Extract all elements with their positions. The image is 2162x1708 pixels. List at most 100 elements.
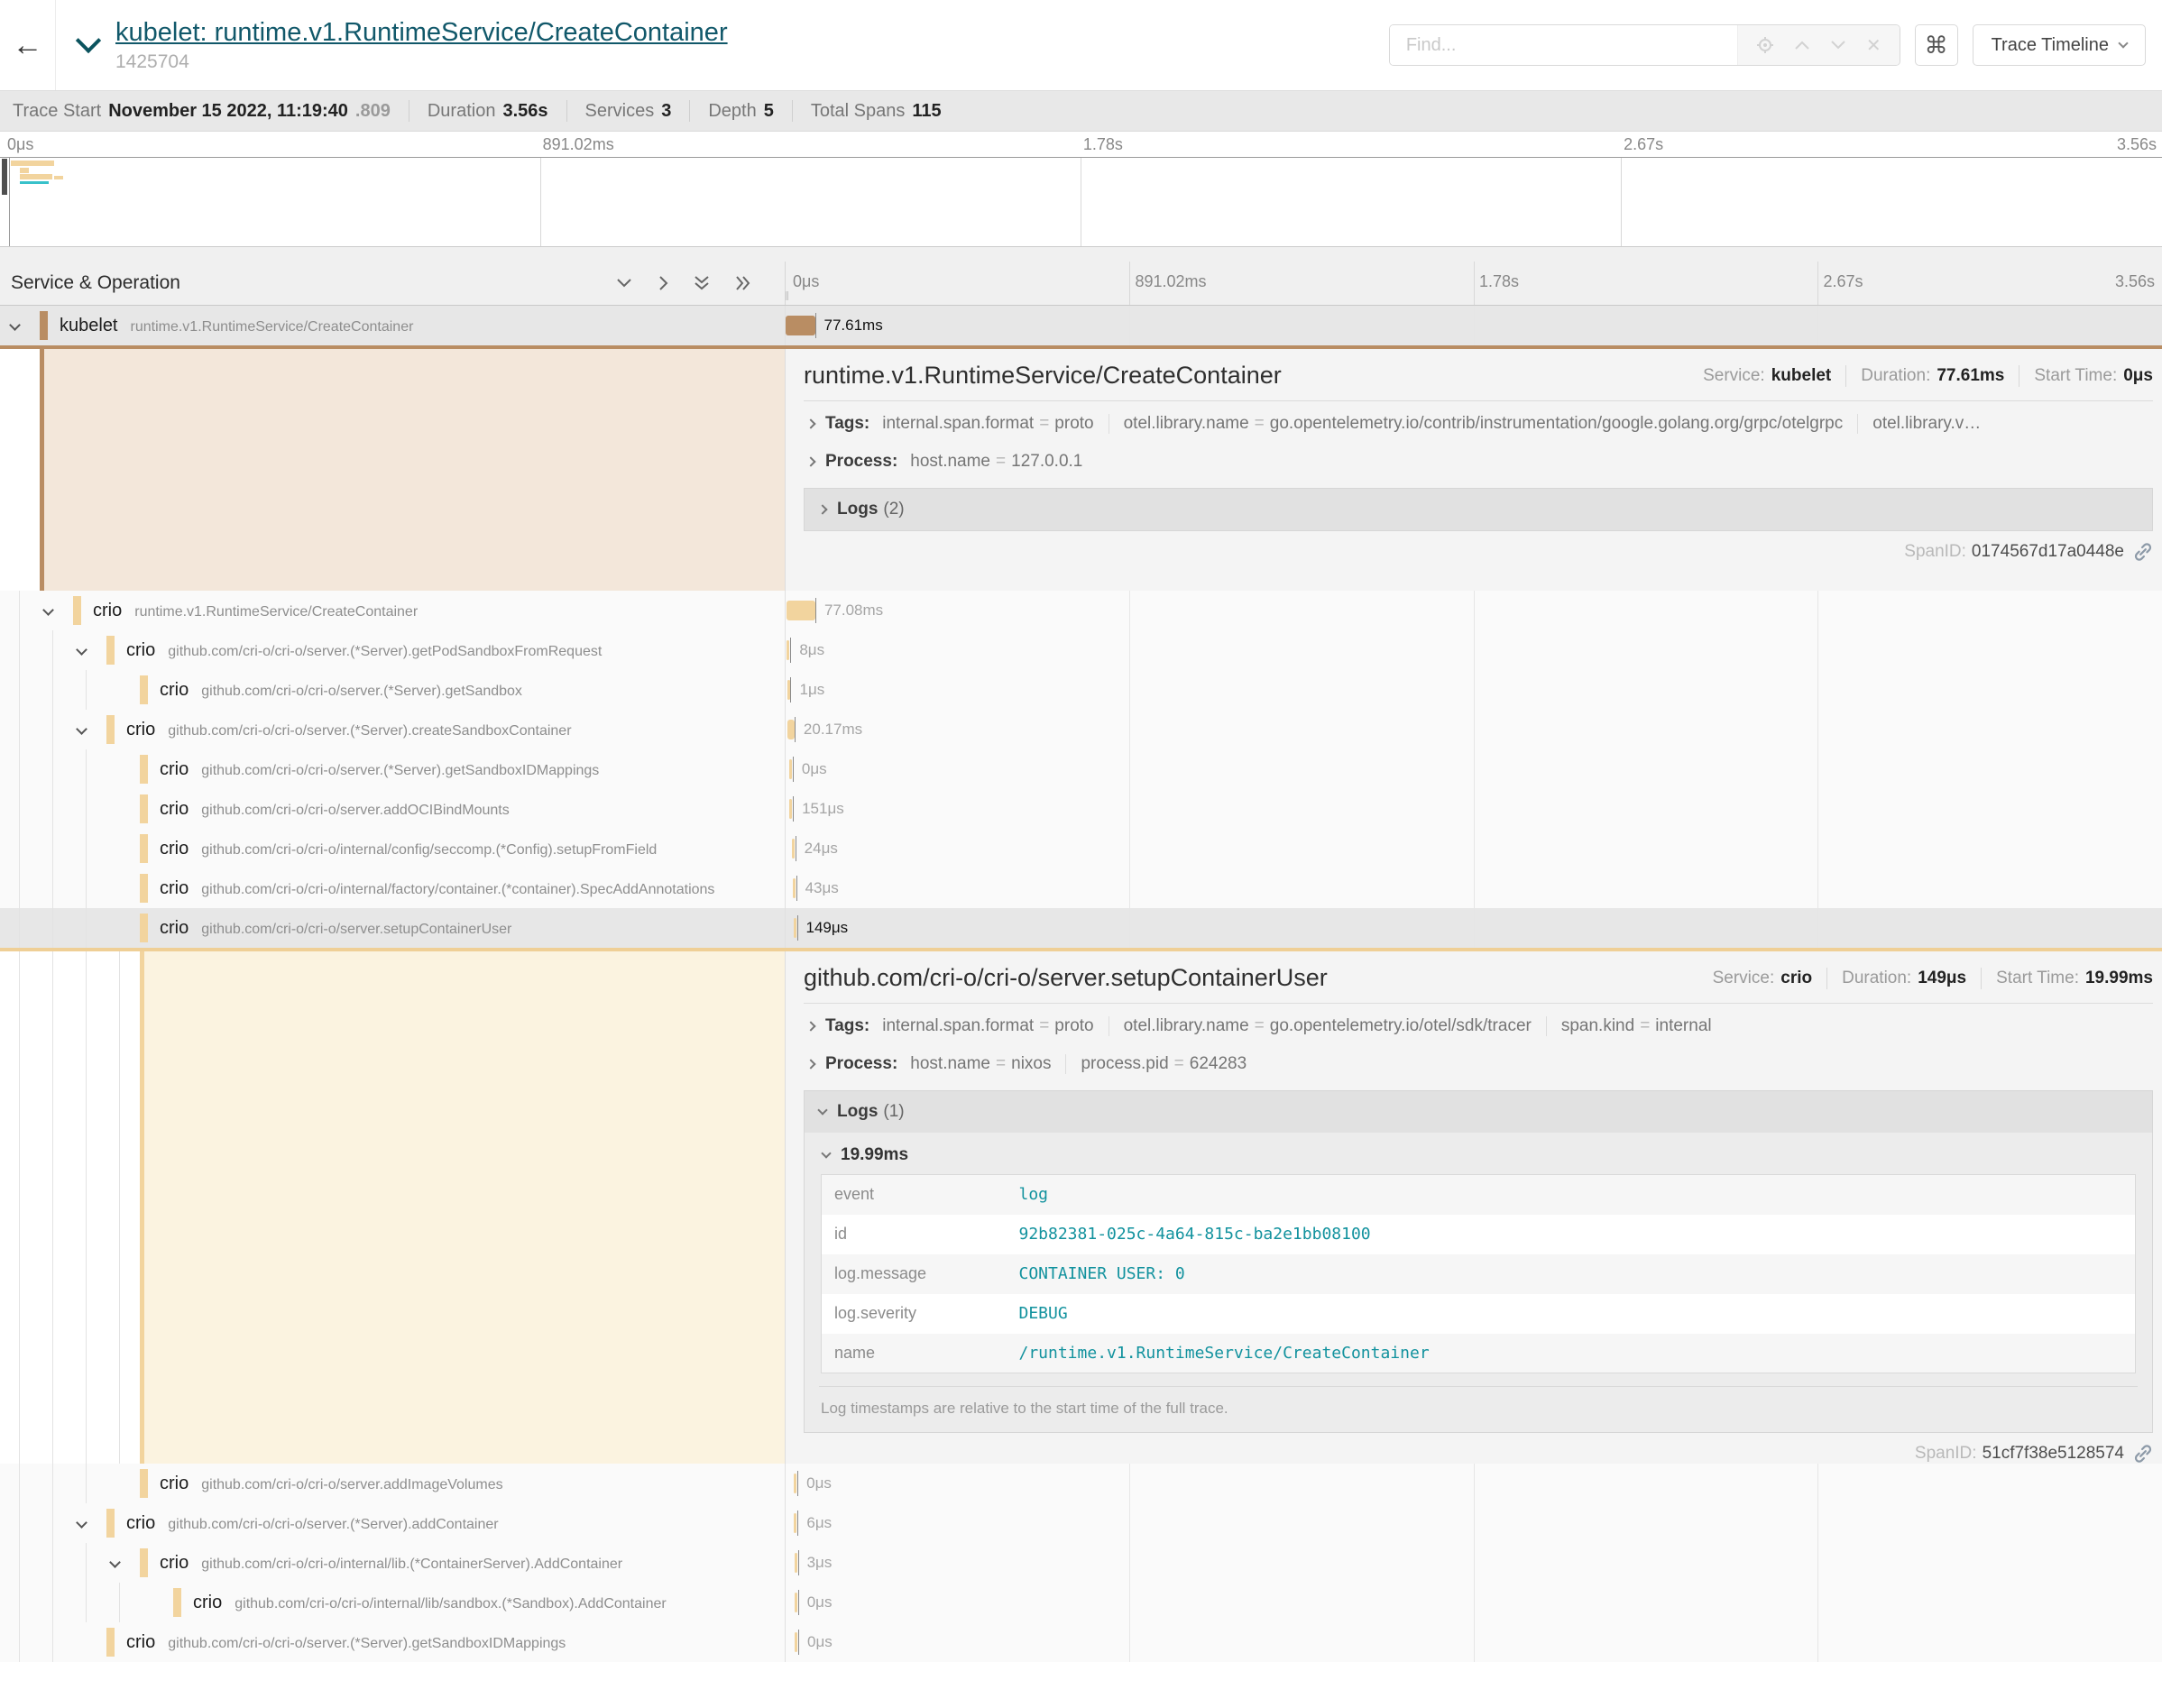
- log-field-value: DEBUG: [1007, 1294, 2136, 1334]
- logs-accordion: Logs (1) 19.99ms eventlogid92b82381-025c…: [804, 1090, 2153, 1433]
- span-row[interactable]: crio github.com/cri-o/cri-o/server.addIm…: [0, 1464, 2162, 1503]
- back-button[interactable]: ←: [0, 0, 56, 90]
- span-row-name-cell: crio github.com/cri-o/cri-o/server.addIm…: [0, 1464, 785, 1503]
- span-color-stripe: [73, 596, 81, 625]
- span-row-text: crio github.com/cri-o/cri-o/server.(*Ser…: [0, 720, 785, 740]
- indent-guide: [86, 829, 87, 868]
- span-detail-card: github.com/cri-o/cri-o/server.setupConta…: [785, 951, 2162, 1464]
- span-duration-bar[interactable]: [795, 1553, 797, 1573]
- span-row[interactable]: crio github.com/cri-o/cri-o/internal/lib…: [0, 1583, 2162, 1622]
- indent-guide: [52, 1543, 53, 1583]
- operation-name: runtime.v1.RuntimeService/CreateContaine…: [131, 319, 414, 335]
- span-row[interactable]: crio github.com/cri-o/cri-o/internal/lib…: [0, 1543, 2162, 1583]
- span-duration-bar[interactable]: [789, 799, 792, 819]
- span-duration-bar[interactable]: [792, 839, 795, 859]
- span-row[interactable]: crio github.com/cri-o/cri-o/server.(*Ser…: [0, 1503, 2162, 1543]
- span-duration-label: 0μs: [807, 1593, 833, 1612]
- span-duration-bar[interactable]: [787, 680, 790, 700]
- span-rows: crio runtime.v1.RuntimeService/CreateCon…: [0, 591, 2162, 948]
- span-row[interactable]: crio github.com/cri-o/cri-o/internal/con…: [0, 829, 2162, 868]
- span-duration-bar[interactable]: [787, 720, 795, 739]
- span-row[interactable]: crio github.com/cri-o/cri-o/server.addOC…: [0, 789, 2162, 829]
- trace-view-select[interactable]: Trace Timeline: [1973, 24, 2146, 66]
- find-input[interactable]: [1390, 25, 1737, 65]
- logs-accordion: Logs (2): [804, 488, 2153, 531]
- span-duration-label: 0μs: [806, 1474, 832, 1492]
- deep-link-icon[interactable]: [2133, 542, 2153, 562]
- collapse-trace-header-icon[interactable]: [79, 32, 99, 51]
- top-header: ← kubelet: runtime.v1.RuntimeService/Cre…: [0, 0, 2162, 90]
- service-name: kubelet: [60, 316, 118, 336]
- span-detail-header[interactable]: github.com/cri-o/cri-o/server.setupConta…: [804, 964, 2153, 992]
- locate-span-icon[interactable]: [1756, 36, 1774, 54]
- span-row-text: crio github.com/cri-o/cri-o/internal/fac…: [0, 878, 785, 899]
- indent-guide: [86, 1583, 87, 1622]
- span-row-text: crio github.com/cri-o/cri-o/internal/con…: [0, 839, 785, 859]
- process-accordion[interactable]: Process: host.name=nixosprocess.pid=6242…: [804, 1045, 2153, 1083]
- depth-value: 5: [764, 101, 774, 122]
- collapse-all-icon[interactable]: [693, 274, 711, 292]
- service-label: Service:: [1703, 366, 1765, 386]
- span-row[interactable]: crio github.com/cri-o/cri-o/server.(*Ser…: [0, 710, 2162, 749]
- span-row[interactable]: crio github.com/cri-o/cri-o/server.(*Ser…: [0, 630, 2162, 670]
- process-accordion[interactable]: Process: host.name=127.0.0.1: [804, 443, 2153, 481]
- indent-guide: [52, 1583, 53, 1622]
- span-duration-label: 151μs: [802, 800, 844, 818]
- span-duration-label: 1μs: [799, 681, 824, 699]
- span-duration-bar[interactable]: [794, 1474, 796, 1493]
- span-row[interactable]: crio github.com/cri-o/cri-o/internal/fac…: [0, 868, 2162, 908]
- span-row[interactable]: crio github.com/cri-o/cri-o/server.(*Ser…: [0, 1622, 2162, 1662]
- start-time-label: Start Time:: [2034, 366, 2117, 386]
- logs-label: Logs: [837, 1102, 878, 1122]
- span-duration-label: 8μs: [799, 641, 824, 659]
- expand-one-icon[interactable]: [657, 274, 669, 292]
- span-duration-bar[interactable]: [794, 1513, 796, 1533]
- spanid-row: SpanID: 0174567d17a0448e: [804, 542, 2153, 562]
- log-entry-header[interactable]: 19.99ms: [819, 1136, 2138, 1174]
- minimap-viewport-handle[interactable]: [2, 159, 7, 195]
- service-name: crio: [126, 1632, 155, 1653]
- tags-accordion[interactable]: Tags: internal.span.format=protootel.lib…: [804, 405, 2153, 443]
- span-duration-bar[interactable]: [787, 640, 789, 660]
- span-duration-bar[interactable]: [787, 601, 815, 620]
- span-duration-bar[interactable]: [786, 316, 815, 335]
- span-duration-bar[interactable]: [789, 759, 792, 779]
- span-row[interactable]: kubelet runtime.v1.RuntimeService/Create…: [0, 306, 2162, 345]
- span-duration-bar[interactable]: [793, 878, 796, 898]
- find-clear-icon[interactable]: ✕: [1866, 34, 1881, 57]
- find-next-icon[interactable]: [1830, 40, 1846, 51]
- log-timestamps-note: Log timestamps are relative to the start…: [819, 1386, 2138, 1419]
- span-row[interactable]: crio runtime.v1.RuntimeService/CreateCon…: [0, 591, 2162, 630]
- service-name: crio: [126, 1513, 155, 1534]
- collapse-one-icon[interactable]: [615, 277, 633, 289]
- trace-title-link[interactable]: kubelet: runtime.v1.RuntimeService/Creat…: [115, 18, 728, 48]
- logs-header[interactable]: Logs (2): [805, 489, 2152, 530]
- find-prev-icon[interactable]: [1794, 40, 1810, 51]
- span-color-stripe: [173, 1588, 181, 1617]
- expand-all-icon[interactable]: [734, 274, 752, 292]
- span-detail-header[interactable]: runtime.v1.RuntimeService/CreateContaine…: [804, 362, 2153, 390]
- span-duration-bar[interactable]: [795, 1593, 797, 1612]
- indent-guide: [52, 670, 53, 710]
- logs-header[interactable]: Logs (1): [805, 1091, 2152, 1133]
- operation-name: github.com/cri-o/cri-o/internal/lib/sand…: [235, 1596, 666, 1612]
- span-row[interactable]: crio github.com/cri-o/cri-o/server.(*Ser…: [0, 670, 2162, 710]
- span-duration-label-group: 8μs: [790, 630, 824, 670]
- minimap-canvas[interactable]: [0, 157, 2162, 247]
- minimap-span-bar: [20, 168, 29, 173]
- indent-guide: [52, 951, 53, 1464]
- span-duration-bar[interactable]: [795, 1632, 797, 1652]
- spanid-value: 0174567d17a0448e: [1972, 542, 2124, 562]
- keyboard-shortcuts-button[interactable]: ⌘: [1915, 24, 1958, 66]
- indent-guide: [52, 829, 53, 868]
- chevron-down-icon: [821, 1148, 831, 1158]
- span-duration-bar[interactable]: [794, 918, 796, 938]
- trace-start-ms: .809: [355, 101, 391, 122]
- deep-link-icon[interactable]: [2133, 1444, 2153, 1464]
- span-row[interactable]: crio github.com/cri-o/cri-o/server.setup…: [0, 908, 2162, 948]
- tags-accordion[interactable]: Tags: internal.span.format=protootel.lib…: [804, 1007, 2153, 1045]
- chevron-down-icon: [2118, 38, 2128, 48]
- command-icon: ⌘: [1925, 32, 1948, 60]
- spanid-row: SpanID: 51cf7f38e5128574: [804, 1444, 2153, 1464]
- span-row[interactable]: crio github.com/cri-o/cri-o/server.(*Ser…: [0, 749, 2162, 789]
